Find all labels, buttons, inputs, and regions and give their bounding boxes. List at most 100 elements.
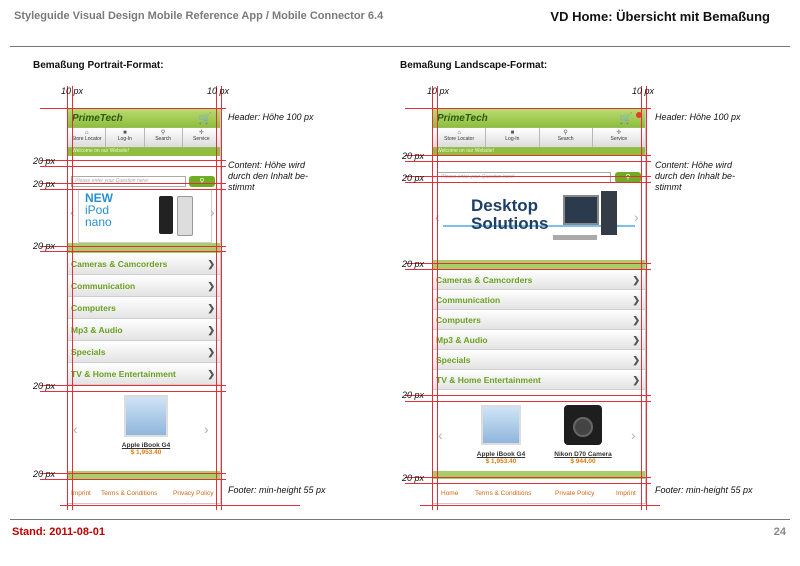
chevron-right-icon: ❯	[632, 355, 640, 365]
guide-line	[40, 108, 226, 109]
guide-line	[405, 155, 651, 156]
guide-line	[40, 473, 226, 474]
document-title: Styleguide Visual Design Mobile Referenc…	[14, 10, 384, 22]
banner-line1: Desktop	[471, 196, 539, 215]
guide-line	[405, 483, 651, 484]
guide-line	[40, 166, 226, 167]
nav-search[interactable]: ⚲ Search	[145, 128, 183, 147]
annotation-content: Content: Höhe wird durch den Inhalt be-s…	[655, 160, 736, 192]
nav-search[interactable]: ⚲ Search	[540, 128, 593, 147]
measure-label-10px: 10 px	[207, 86, 230, 96]
guide-line	[405, 401, 651, 402]
carousel-prev-icon[interactable]: ‹	[438, 427, 443, 443]
banner-line3: nano	[85, 215, 112, 229]
measure-label-10px: 10 px	[427, 86, 450, 96]
banner-next-icon[interactable]: ›	[634, 209, 639, 225]
category-item[interactable]: Specials ❯	[68, 341, 220, 363]
chevron-right-icon: ❯	[207, 259, 215, 269]
guide-line	[405, 269, 651, 270]
annotation-header: Header: Höhe 100 px	[655, 112, 741, 122]
footer-link-imprint[interactable]: Imprint	[71, 490, 91, 497]
footer-link-terms[interactable]: Terms & Conditions	[475, 490, 531, 497]
tower-image	[601, 191, 617, 235]
nav-store-locator[interactable]: ⌂ Store Locator	[68, 128, 107, 147]
search-button[interactable]: ⚲	[189, 176, 215, 187]
guide-line	[40, 183, 226, 184]
page-heading: VD Home: Übersicht mit Bemaßung	[550, 9, 770, 24]
product-image	[481, 405, 521, 445]
category-item[interactable]: Communication ❯	[68, 275, 220, 297]
category-item[interactable]: Computers ❯	[433, 310, 645, 330]
product-card[interactable]: Apple iBook G4 $ 1,953.40	[108, 395, 184, 456]
guide-line	[432, 86, 433, 510]
app-header: PrimeTech 🛒	[68, 109, 220, 127]
portrait-phone: PrimeTech 🛒 ⌂ Store Locator ■ Log-In ⚲ Sear…	[67, 108, 221, 504]
guide-line	[40, 391, 226, 392]
guide-line	[405, 182, 651, 183]
nav-login[interactable]: ■ Log-In	[106, 128, 145, 147]
measure-label-20px: 20 px	[402, 151, 425, 161]
measure-label-20px: 20 px	[402, 390, 425, 400]
ipod-image	[159, 196, 173, 234]
product-card[interactable]: Nikon D70 Camera $ 944.00	[545, 405, 621, 465]
product-image	[124, 395, 168, 437]
measure-label-10px: 10 px	[61, 86, 84, 96]
app-nav: ⌂ Store Locator ■ Log-In ⚲ Search ✛ Service	[433, 127, 645, 148]
category-item[interactable]: Computers ❯	[68, 297, 220, 319]
category-item[interactable]: Mp3 & Audio ❯	[433, 330, 645, 350]
guide-line	[405, 176, 651, 177]
chevron-right-icon: ❯	[632, 315, 640, 325]
chevron-right-icon: ❯	[632, 275, 640, 285]
annotation-header: Header: Höhe 100 px	[228, 112, 314, 122]
banner-line2: Solutions	[471, 214, 549, 233]
cart-icon[interactable]: 🛒	[198, 112, 212, 125]
promo-banner[interactable]: NEW iPod nano	[78, 189, 212, 243]
chevron-right-icon: ❯	[207, 347, 215, 357]
banner-next-icon[interactable]: ›	[210, 204, 215, 220]
guide-line	[420, 505, 660, 506]
footer-link-home[interactable]: Home	[441, 490, 458, 497]
nav-login[interactable]: ■ Log-In	[486, 128, 540, 147]
footer-link-imprint[interactable]: Imprint	[616, 490, 636, 497]
carousel-next-icon[interactable]: ›	[204, 421, 209, 437]
product-name: Nikon D70 Camera	[554, 451, 612, 458]
measure-label-10px: 10 px	[632, 86, 655, 96]
search-row: Please enter your Question here! ⚲	[68, 156, 220, 187]
footer-link-terms[interactable]: Terms & Conditions	[101, 490, 157, 497]
cart-icon[interactable]: 🛒	[619, 112, 633, 125]
date-stamp: Stand: 2011-08-01	[12, 526, 105, 538]
guide-line	[646, 86, 647, 510]
category-item[interactable]: Communication ❯	[433, 290, 645, 310]
category-item[interactable]: Mp3 & Audio ❯	[68, 319, 220, 341]
product-card[interactable]: Apple iBook G4 $ 1,953.40	[463, 405, 539, 465]
chevron-right-icon: ❯	[207, 281, 215, 291]
footer-link-privacy[interactable]: Privacy Policy	[173, 490, 213, 497]
guide-line	[67, 86, 68, 510]
category-item[interactable]: Specials ❯	[433, 350, 645, 370]
guide-line	[405, 477, 651, 478]
category-item[interactable]: Cameras & Camcorders ❯	[68, 253, 220, 275]
camera-lens	[573, 417, 593, 437]
category-item[interactable]: TV & Home Entertainment ❯	[68, 363, 220, 385]
nav-service[interactable]: ✛ Service	[183, 128, 220, 147]
footer-link-privacy[interactable]: Private Policy	[555, 490, 594, 497]
carousel-next-icon[interactable]: ›	[631, 427, 636, 443]
category-item[interactable]: Cameras & Camcorders ❯	[433, 270, 645, 290]
nav-service[interactable]: ✛ Service	[593, 128, 645, 147]
guide-line	[40, 246, 226, 247]
welcome-bar: Welcome on our Website!	[68, 148, 220, 156]
measure-label-20px: 20 px	[402, 173, 425, 183]
measure-label-20px: 20 px	[33, 179, 56, 189]
nav-store-locator[interactable]: ⌂ Store Locator	[433, 128, 487, 147]
promo-banner[interactable]: Desktop Solutions	[443, 183, 635, 259]
carousel-prev-icon[interactable]: ‹	[73, 421, 78, 437]
measure-label-20px: 20 px	[402, 473, 425, 483]
guide-line	[40, 385, 226, 386]
category-item[interactable]: TV & Home Entertainment ❯	[433, 370, 645, 390]
search-input[interactable]: Please enter your Question here!	[71, 176, 186, 187]
guide-line	[405, 108, 651, 109]
measure-label-20px: 20 px	[33, 156, 56, 166]
guide-line	[40, 189, 226, 190]
landscape-phone: PrimeTech 🛒 ⌂ Store Locator ■ Log-In ⚲ Sear…	[432, 108, 646, 504]
measure-label-20px: 20 px	[33, 469, 56, 479]
